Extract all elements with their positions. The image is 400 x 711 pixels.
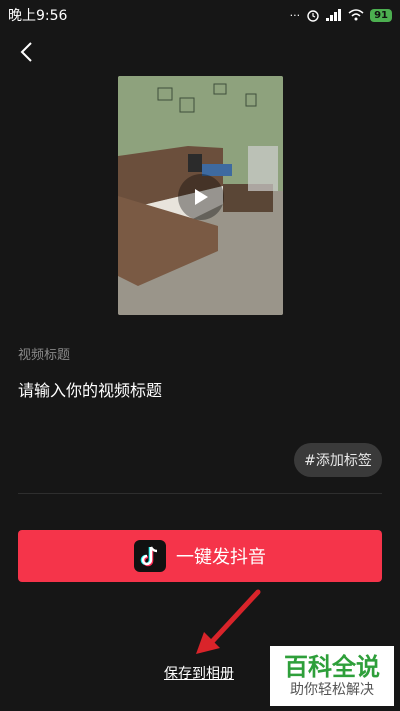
wifi-icon: [348, 9, 364, 21]
play-icon: [195, 189, 208, 205]
status-bar: 晚上9:56 ··· 91: [0, 0, 400, 30]
title-input[interactable]: [18, 376, 378, 404]
title-label: 视频标题: [18, 348, 71, 363]
back-button[interactable]: [14, 40, 38, 64]
status-icons: ··· 91: [290, 8, 392, 22]
alarm-icon: [307, 10, 319, 22]
video-thumbnail[interactable]: [118, 76, 283, 315]
add-tag-button[interactable]: #添加标签: [294, 443, 382, 477]
red-arrow-annotation: [196, 589, 261, 654]
watermark-main: 百科全说: [284, 653, 380, 681]
signal-icon: [326, 9, 342, 21]
save-to-album-link[interactable]: 保存到相册: [164, 663, 234, 683]
publish-label: 一键发抖音: [176, 547, 266, 568]
battery-badge: 91: [370, 8, 392, 22]
status-time: 晚上9:56: [8, 8, 68, 24]
divider: [18, 493, 382, 494]
watermark-sub: 助你轻松解决: [290, 682, 374, 698]
more-dots-icon: ···: [289, 8, 301, 22]
play-button[interactable]: [178, 174, 224, 220]
douyin-logo-icon: [134, 540, 166, 572]
back-arrow-icon: [20, 42, 32, 62]
publish-to-douyin-button[interactable]: 一键发抖音: [18, 530, 382, 582]
watermark-logo: 百科全说 助你轻松解决: [270, 646, 394, 706]
